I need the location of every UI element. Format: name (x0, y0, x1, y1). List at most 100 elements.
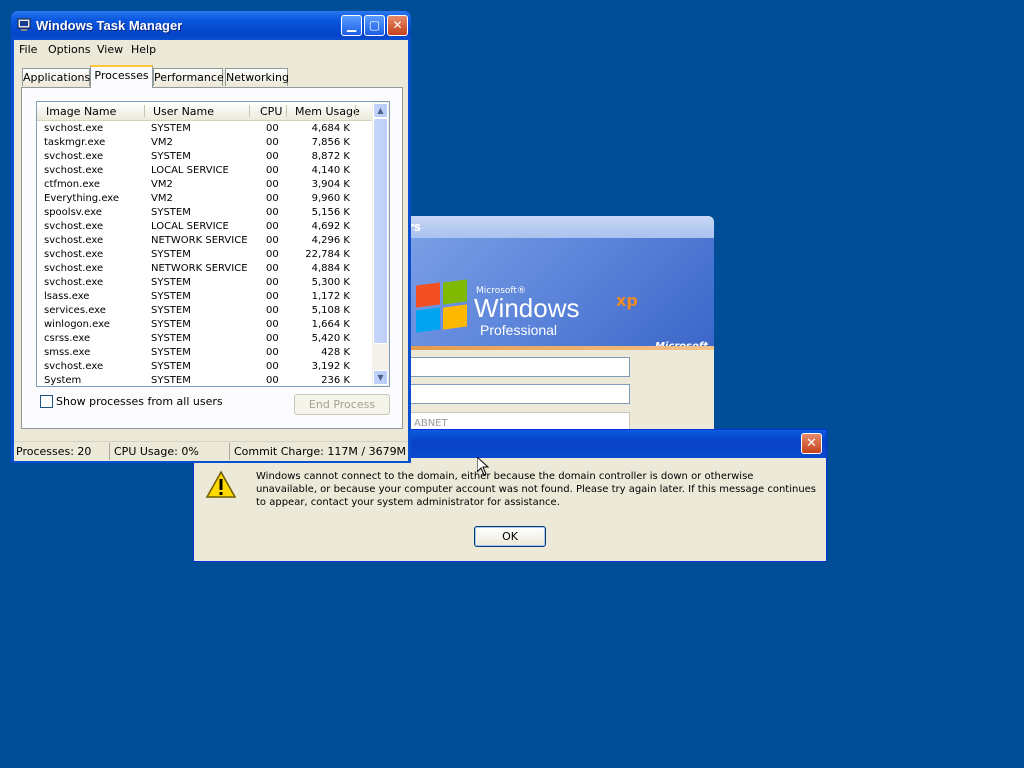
column-image-name[interactable]: Image Name (46, 105, 116, 118)
edition-text: Professional (480, 322, 558, 338)
menu-view[interactable]: View (97, 43, 123, 56)
process-cpu: 00 (266, 179, 279, 190)
process-cpu: 00 (266, 277, 279, 288)
process-row[interactable]: svchost.exe LOCAL SERVICE 00 4,692 K (37, 220, 372, 234)
process-user-name: VM2 (151, 137, 173, 148)
windows-flag-logo (416, 279, 472, 334)
process-rows: svchost.exe SYSTEM 00 4,684 K taskmgr.exe VM2… (37, 122, 372, 386)
process-list-scrollbar[interactable]: ▲ ▼ (372, 102, 389, 386)
process-row[interactable]: lsass.exe SYSTEM 00 1,172 K (37, 290, 372, 304)
process-row[interactable]: smss.exe SYSTEM 00 428 K (37, 346, 372, 360)
process-row[interactable]: winlogon.exe SYSTEM 00 1,664 K (37, 318, 372, 332)
tab-applications[interactable]: Applications (22, 68, 90, 86)
process-row[interactable]: svchost.exe SYSTEM 00 5,300 K (37, 276, 372, 290)
windows-wordmark: Windows (474, 293, 580, 323)
status-cpu-usage: CPU Usage: 0% (114, 445, 199, 458)
column-cpu[interactable]: CPU (260, 105, 282, 118)
process-row[interactable]: svchost.exe NETWORK SERVICE 00 4,296 K (37, 234, 372, 248)
process-row[interactable]: csrss.exe SYSTEM 00 5,420 K (37, 332, 372, 346)
process-mem-usage: 4,684 K (311, 123, 350, 134)
show-all-users-label[interactable]: Show processes from all users (56, 395, 223, 408)
process-image-name: svchost.exe (44, 165, 104, 176)
password-field[interactable] (404, 384, 630, 404)
process-image-name: svchost.exe (44, 123, 104, 134)
process-user-name: LOCAL SERVICE (151, 165, 229, 176)
process-row[interactable]: Everything.exe VM2 00 9,960 K (37, 192, 372, 206)
process-cpu: 00 (266, 193, 279, 204)
domain-dropdown-value: ABNET (414, 418, 448, 429)
process-mem-usage: 5,108 K (311, 305, 350, 316)
tab-performance[interactable]: Performance (153, 68, 224, 86)
process-row[interactable]: svchost.exe NETWORK SERVICE 00 4,884 K (37, 262, 372, 276)
windows-xp-banner: Microsoft® Windows xp Professional Micro… (404, 238, 714, 352)
process-user-name: SYSTEM (151, 249, 191, 260)
show-all-users-checkbox[interactable] (40, 395, 53, 408)
process-row[interactable]: svchost.exe SYSTEM 00 3,192 K (37, 360, 372, 374)
tab-networking[interactable]: Networking (225, 68, 289, 86)
logon-window: rs Microsoft® Windows xp Professional Mi… (404, 216, 714, 430)
process-cpu: 00 (266, 123, 279, 134)
process-cpu: 00 (266, 221, 279, 232)
process-cpu: 00 (266, 347, 279, 358)
task-manager-app-icon (17, 18, 31, 31)
banner-accent-bar (404, 346, 714, 350)
mouse-cursor-icon (477, 457, 489, 476)
task-manager-window: Windows Task Manager ▁ ▢ ✕ File Options … (11, 11, 411, 463)
process-mem-usage: 4,140 K (311, 165, 350, 176)
column-user-name[interactable]: User Name (153, 105, 214, 118)
column-mem-usage[interactable]: Mem Usage (295, 105, 360, 118)
process-row[interactable]: svchost.exe LOCAL SERVICE 00 4,140 K (37, 164, 372, 178)
process-row[interactable]: services.exe SYSTEM 00 5,108 K (37, 304, 372, 318)
process-row[interactable]: System SYSTEM 00 236 K (37, 374, 372, 386)
maximize-button[interactable]: ▢ (364, 15, 385, 36)
process-cpu: 00 (266, 333, 279, 344)
ok-button[interactable]: OK (474, 526, 546, 547)
process-row[interactable]: spoolsv.exe SYSTEM 00 5,156 K (37, 206, 372, 220)
process-image-name: svchost.exe (44, 277, 104, 288)
process-cpu: 00 (266, 235, 279, 246)
menu-options[interactable]: Options (48, 43, 90, 56)
process-mem-usage: 1,664 K (311, 319, 350, 330)
window-title: Windows Task Manager (36, 18, 183, 33)
tab-processes[interactable]: Processes (90, 65, 153, 88)
process-cpu: 00 (266, 361, 279, 372)
process-row[interactable]: svchost.exe SYSTEM 00 8,872 K (37, 150, 372, 164)
process-list[interactable]: Image Name User Name CPU Mem Usage svcho… (36, 101, 390, 387)
process-mem-usage: 4,296 K (311, 235, 350, 246)
process-mem-usage: 22,784 K (305, 249, 350, 260)
status-commit-charge: Commit Charge: 117M / 3679M (234, 445, 407, 458)
process-row[interactable]: ctfmon.exe VM2 00 3,904 K (37, 178, 372, 192)
menu-help[interactable]: Help (131, 43, 156, 56)
end-process-button[interactable]: End Process (294, 394, 390, 415)
process-image-name: svchost.exe (44, 221, 104, 232)
process-cpu: 00 (266, 165, 279, 176)
process-row[interactable]: svchost.exe SYSTEM 00 4,684 K (37, 122, 372, 136)
process-user-name: VM2 (151, 193, 173, 204)
process-image-name: svchost.exe (44, 249, 104, 260)
process-row[interactable]: svchost.exe SYSTEM 00 22,784 K (37, 248, 372, 262)
process-mem-usage: 4,692 K (311, 221, 350, 232)
scroll-down-arrow-icon[interactable]: ▼ (373, 370, 388, 385)
menu-file[interactable]: File (19, 43, 37, 56)
process-cpu: 00 (266, 137, 279, 148)
process-row[interactable]: taskmgr.exe VM2 00 7,856 K (37, 136, 372, 150)
process-user-name: SYSTEM (151, 333, 191, 344)
process-image-name: svchost.exe (44, 235, 104, 246)
process-image-name: services.exe (44, 305, 106, 316)
process-list-header: Image Name User Name CPU Mem Usage (37, 102, 372, 121)
process-cpu: 00 (266, 319, 279, 330)
process-user-name: VM2 (151, 179, 173, 190)
process-user-name: SYSTEM (151, 319, 191, 330)
minimize-button[interactable]: ▁ (341, 15, 362, 36)
username-field[interactable] (404, 357, 630, 377)
process-image-name: System (44, 375, 82, 386)
process-image-name: spoolsv.exe (44, 207, 102, 218)
process-user-name: SYSTEM (151, 151, 191, 162)
process-image-name: lsass.exe (44, 291, 90, 302)
process-image-name: svchost.exe (44, 151, 104, 162)
scroll-thumb[interactable] (373, 118, 388, 344)
close-button[interactable]: ✕ (387, 15, 408, 36)
process-cpu: 00 (266, 305, 279, 316)
scroll-up-arrow-icon[interactable]: ▲ (373, 103, 388, 118)
error-close-button[interactable]: ✕ (801, 433, 822, 454)
